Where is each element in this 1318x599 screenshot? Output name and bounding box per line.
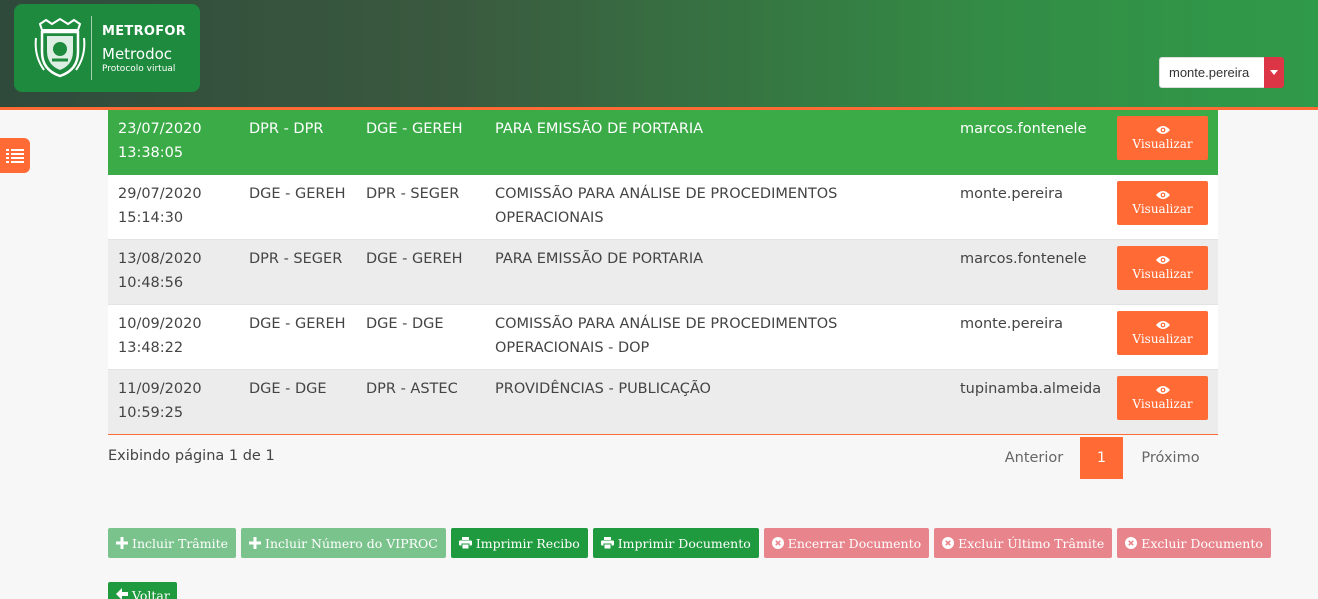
list-icon [6, 148, 24, 163]
user-cell: monte.pereira [960, 186, 1063, 202]
tramites-table: 23/07/2020 13:38:05 DPR - DPR DGE - GEREH… [108, 110, 1218, 435]
excluir-documento-button[interactable]: Excluir Documento [1117, 528, 1271, 558]
view-button[interactable]: Visualizar [1117, 181, 1208, 225]
eye-icon [1155, 126, 1170, 134]
encerrar-documento-button[interactable]: Encerrar Documento [763, 528, 930, 558]
description-cell: PARA EMISSÃO DE PORTARIA [495, 251, 704, 267]
user-dropdown[interactable]: monte.pereira [1159, 57, 1284, 88]
pagination-info: Exibindo página 1 de 1 [108, 448, 275, 464]
date-cell: 11/09/2020 10:59:25 [118, 381, 202, 421]
table-row: 10/09/2020 13:48:22 DGE - GEREH DGE - DGE… [108, 305, 1218, 370]
table-row: 13/08/2020 10:48:56 DPR - SEGER DGE - GER… [108, 240, 1218, 305]
origin-cell: DGE - DGE [249, 381, 327, 397]
destination-cell: DGE - GEREH [366, 251, 463, 267]
incluir-tramite-button[interactable]: Incluir Trâmite [108, 528, 237, 558]
table-row: 11/09/2020 10:59:25 DGE - DGE DPR - ASTEC… [108, 370, 1218, 435]
plus-icon [249, 537, 262, 549]
description-cell: COMISSÃO PARA ANÁLISE DE PROCEDIMENTOS O… [495, 186, 838, 226]
view-button[interactable]: Visualizar [1117, 116, 1208, 160]
plus-icon [116, 537, 128, 549]
date-cell: 29/07/2020 15:14:30 [118, 186, 202, 226]
view-button[interactable]: Visualizar [1117, 246, 1208, 290]
date-cell: 13/08/2020 10:48:56 [118, 251, 202, 291]
table-row: 23/07/2020 13:38:05 DPR - DPR DGE - GEREH… [108, 110, 1218, 175]
close-circle-icon [942, 537, 955, 549]
user-cell: marcos.fontenele [960, 121, 1087, 137]
document-actions: Incluir Trâmite Incluir Número do VIPROC… [108, 528, 1276, 558]
user-dropdown-toggle[interactable] [1264, 57, 1284, 88]
date-cell: 10/09/2020 13:48:22 [118, 316, 202, 356]
excluir-ultimo-tramite-button[interactable]: Excluir Último Trâmite [934, 528, 1113, 558]
close-circle-icon [771, 537, 784, 549]
eye-icon [1155, 191, 1170, 199]
view-button-label: Visualizar [1132, 202, 1193, 216]
view-button[interactable]: Visualizar [1117, 376, 1208, 420]
sidebar-toggle-button[interactable] [0, 138, 30, 173]
view-button-label: Visualizar [1132, 332, 1193, 346]
user-name[interactable]: monte.pereira [1159, 57, 1264, 88]
print-icon [600, 537, 614, 549]
brand-name: METROFOR [102, 24, 187, 39]
logo[interactable]: METROFOR Metrodoc Protocolo virtual [14, 4, 200, 92]
origin-cell: DGE - GEREH [249, 316, 346, 332]
incluir-viproc-button[interactable]: Incluir Número do VIPROC [241, 528, 446, 558]
logo-separator [91, 16, 92, 80]
date-cell: 23/07/2020 13:38:05 [118, 121, 202, 161]
view-button-label: Visualizar [1132, 397, 1193, 411]
close-circle-icon [1125, 537, 1138, 549]
destination-cell: DPR - ASTEC [366, 381, 458, 397]
eye-icon [1155, 321, 1170, 329]
pagination: Anterior 1 Próximo [988, 437, 1218, 479]
eye-icon [1155, 256, 1170, 264]
user-cell: monte.pereira [960, 316, 1063, 332]
destination-cell: DPR - SEGER [366, 186, 460, 202]
app-name: Metrodoc [102, 45, 173, 63]
arrow-left-icon [116, 588, 128, 599]
coat-of-arms-icon [34, 17, 86, 78]
table-row: 29/07/2020 15:14:30 DGE - GEREH DPR - SEG… [108, 175, 1218, 240]
description-cell: PROVIDÊNCIAS - PUBLICAÇÃO [495, 381, 711, 397]
imprimir-recibo-button[interactable]: Imprimir Recibo [450, 528, 588, 558]
user-cell: tupinamba.almeida [960, 381, 1102, 397]
view-button-label: Visualizar [1132, 137, 1193, 151]
destination-cell: DGE - GEREH [366, 121, 463, 137]
view-button[interactable]: Visualizar [1117, 311, 1208, 355]
pagination-next[interactable]: Próximo [1123, 450, 1218, 466]
app-subtitle: Protocolo virtual [102, 64, 176, 74]
imprimir-documento-button[interactable]: Imprimir Documento [592, 528, 759, 558]
user-cell: marcos.fontenele [960, 251, 1087, 267]
pagination-previous[interactable]: Anterior [988, 450, 1080, 466]
destination-cell: DGE - DGE [366, 316, 444, 332]
pagination-page-current[interactable]: 1 [1080, 437, 1123, 479]
origin-cell: DGE - GEREH [249, 186, 346, 202]
print-icon [458, 537, 472, 549]
eye-icon [1155, 386, 1170, 394]
voltar-button[interactable]: Voltar [108, 582, 177, 599]
origin-cell: DPR - DPR [249, 121, 324, 137]
caret-down-icon [1270, 70, 1278, 75]
description-cell: COMISSÃO PARA ANÁLISE DE PROCEDIMENTOS O… [495, 316, 838, 356]
description-cell: PARA EMISSÃO DE PORTARIA [495, 121, 704, 137]
view-button-label: Visualizar [1132, 267, 1193, 281]
origin-cell: DPR - SEGER [249, 251, 343, 267]
